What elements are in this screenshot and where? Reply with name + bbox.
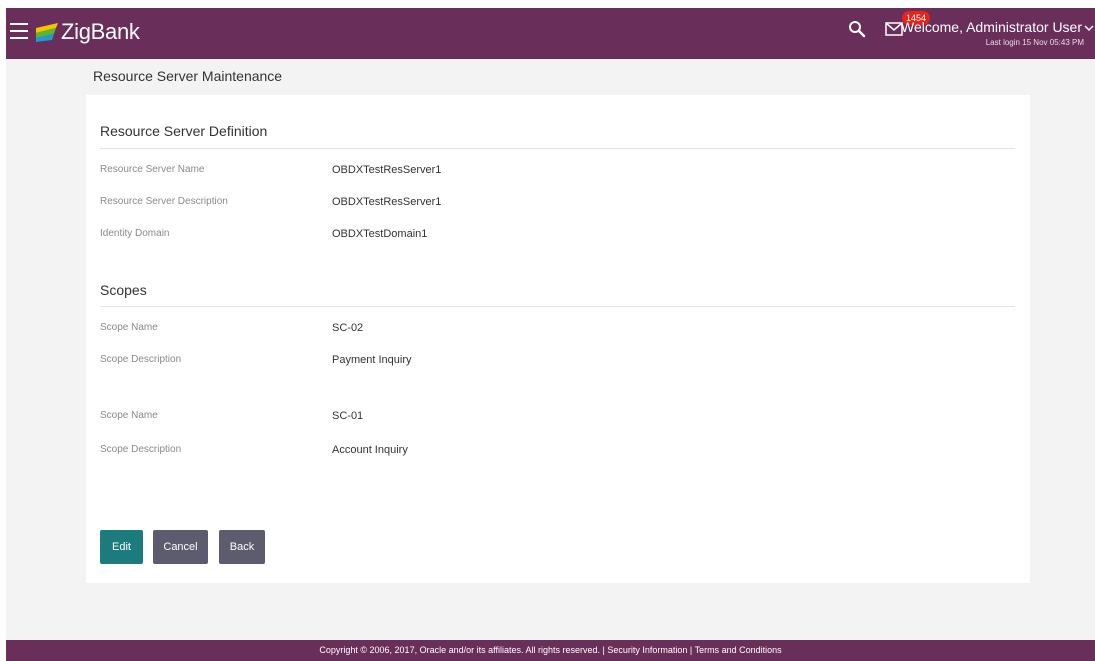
scope-description-value: Account Inquiry	[332, 444, 408, 456]
field-label-server-name: Resource Server Name	[100, 164, 205, 175]
scope-name-label: Scope Name	[100, 322, 158, 333]
back-button[interactable]: Back	[219, 530, 265, 564]
field-value-identity-domain: OBDXTestDomain1	[332, 228, 428, 240]
scope-name-value: SC-01	[332, 410, 364, 422]
scope-name-value: SC-02	[332, 322, 364, 334]
section-title-definition: Resource Server Definition	[100, 123, 268, 139]
menu-icon[interactable]	[10, 23, 28, 41]
divider	[100, 306, 1015, 307]
terms-and-conditions-link[interactable]: Terms and Conditions	[695, 645, 782, 655]
last-login-text: Last login 15 Nov 05:43 PM	[985, 38, 1084, 47]
footer: Copyright © 2006, 2017, Oracle and/or it…	[6, 640, 1095, 661]
page-area: Resource Server Maintenance Resource Ser…	[6, 59, 1095, 640]
field-value-server-description: OBDXTestResServer1	[332, 196, 442, 208]
search-icon[interactable]	[848, 20, 866, 38]
copyright-text: Copyright © 2006, 2017, Oracle and/or it…	[319, 645, 600, 655]
field-value-server-name: OBDXTestResServer1	[332, 164, 442, 176]
edit-button[interactable]: Edit	[100, 530, 143, 564]
scope-name-label: Scope Name	[100, 410, 158, 421]
divider	[100, 148, 1015, 149]
details-card: Resource Server Definition Resource Serv…	[86, 95, 1030, 583]
scope-description-label: Scope Description	[100, 444, 182, 455]
footer-separator: |	[687, 645, 695, 655]
section-title-scopes: Scopes	[100, 282, 147, 298]
scope-description-label: Scope Description	[100, 354, 182, 365]
security-information-link[interactable]: Security Information	[607, 645, 687, 655]
welcome-text[interactable]: Welcome, Administrator User	[901, 19, 1082, 35]
brand-name[interactable]: ZigBank	[61, 19, 140, 45]
field-label-identity-domain: Identity Domain	[100, 228, 170, 239]
page-title: Resource Server Maintenance	[93, 68, 283, 84]
field-label-server-description: Resource Server Description	[100, 196, 228, 207]
app-header: ZigBank 1454 Welcome, Administrator User…	[6, 8, 1095, 59]
chevron-down-icon[interactable]	[1084, 24, 1094, 32]
scope-description-value: Payment Inquiry	[332, 354, 412, 366]
top-strip	[0, 0, 1095, 8]
zigbank-logo	[36, 23, 58, 42]
cancel-button[interactable]: Cancel	[153, 530, 208, 564]
